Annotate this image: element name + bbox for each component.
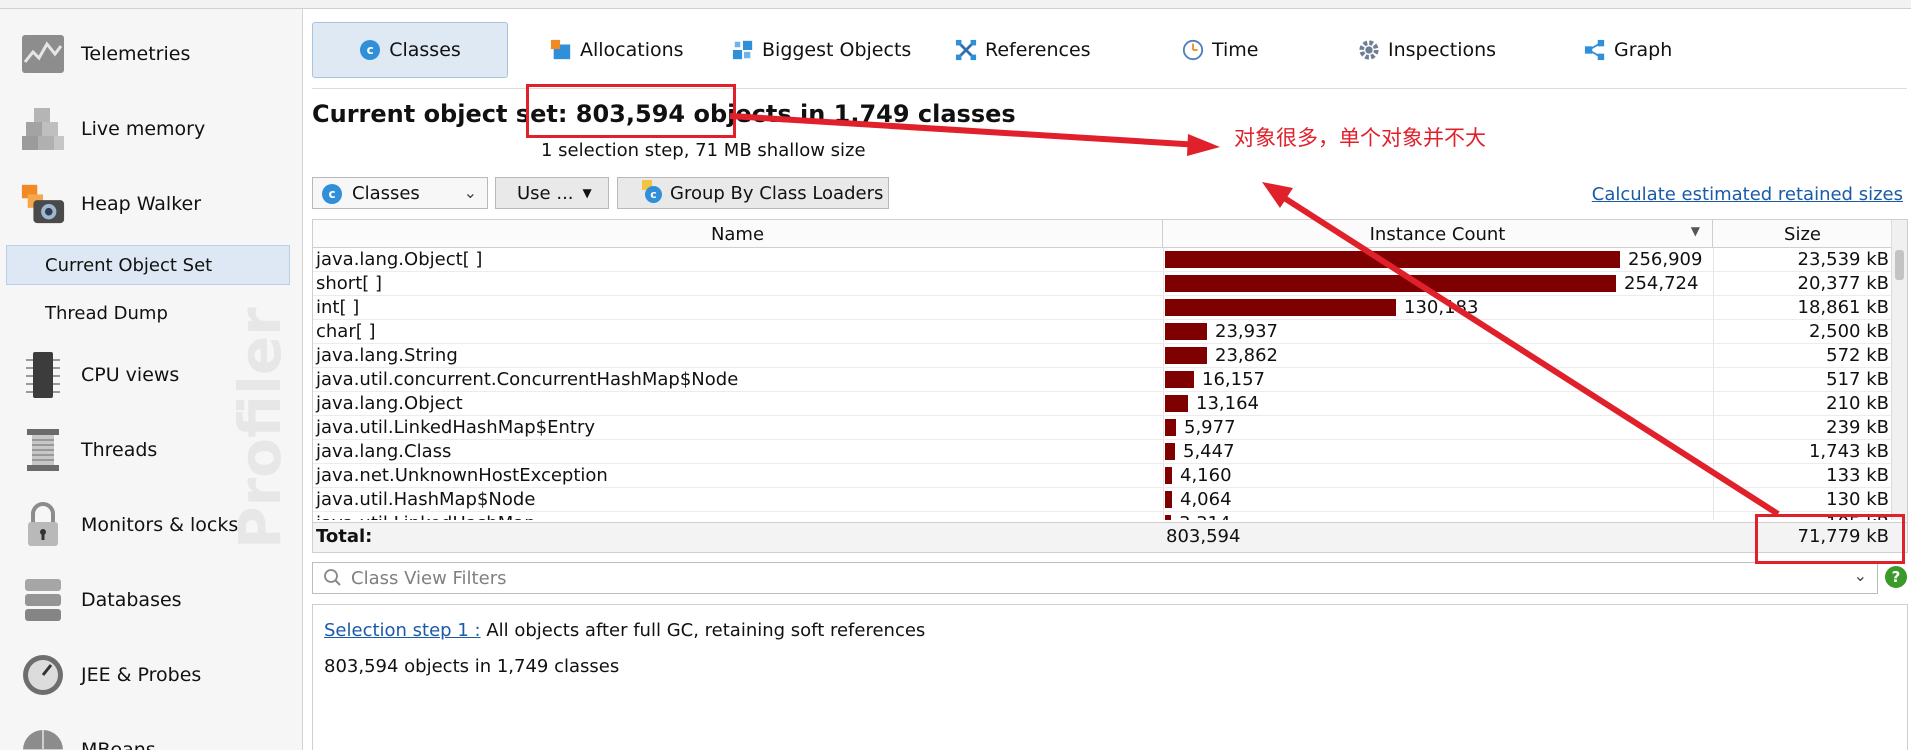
- annotation-arrowhead: [1187, 134, 1220, 156]
- annotation-text: 对象很多，单个对象并不大: [1234, 126, 1486, 150]
- annotation-arrow-up: [1276, 191, 1780, 517]
- annotation-arrows: [729, 113, 1780, 517]
- annotation-arrow-right: [729, 113, 1201, 148]
